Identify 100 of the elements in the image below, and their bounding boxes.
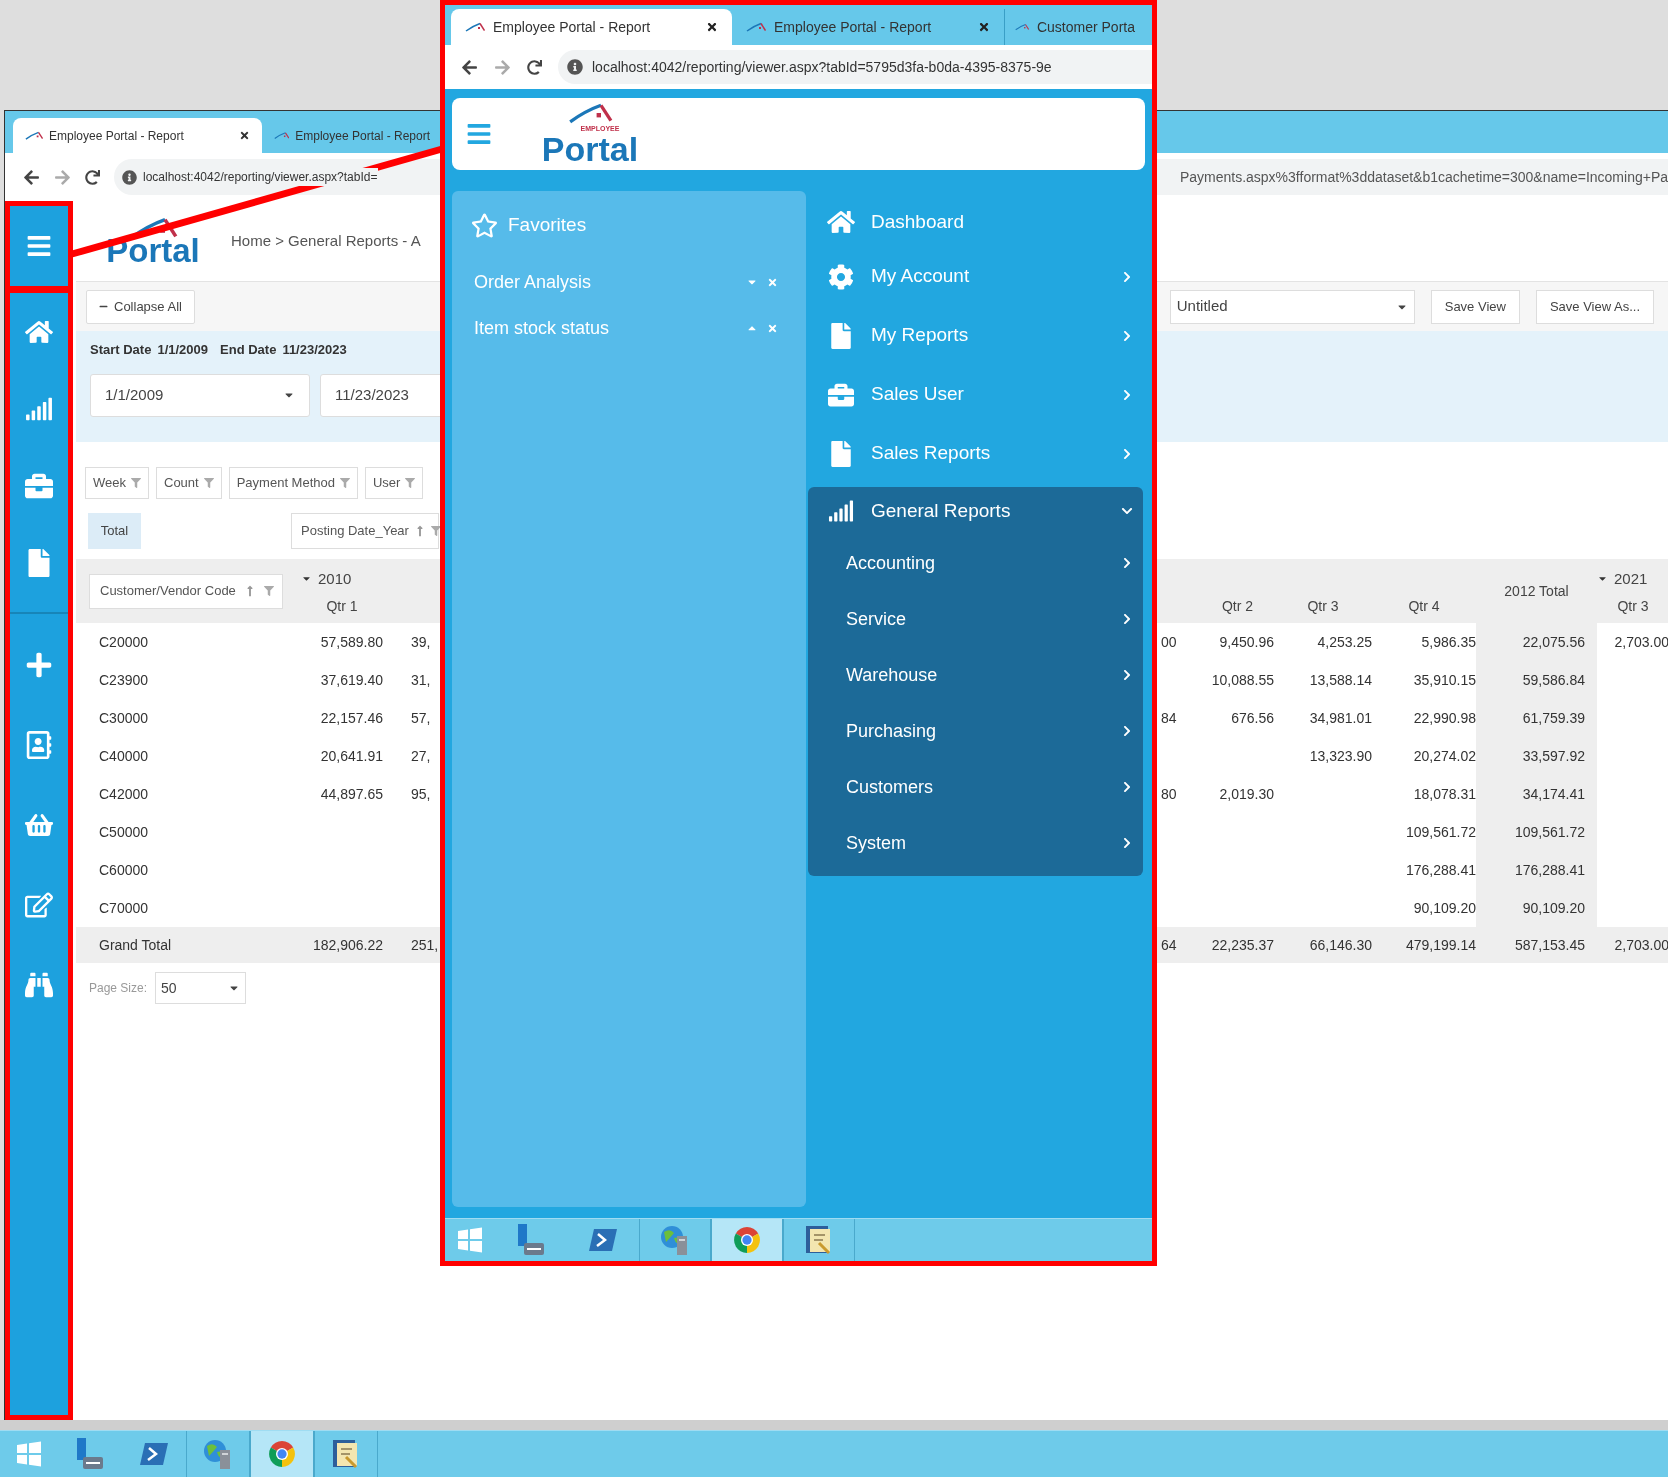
table-cell-text: 90,109.20 bbox=[1413, 898, 1476, 918]
table-cell-text: 251, bbox=[411, 935, 439, 955]
table-cell-text: 27, bbox=[411, 746, 431, 766]
submenu-item[interactable]: Accounting bbox=[808, 535, 1143, 591]
field-chip[interactable]: Week bbox=[85, 467, 149, 499]
page-size-select[interactable]: 50 bbox=[155, 972, 247, 1004]
table-cell-text: 90,109.20 bbox=[1522, 898, 1585, 918]
table-cell-text: 9,450.96 bbox=[1219, 632, 1274, 652]
logo-text: Portal bbox=[541, 132, 639, 166]
date-value: 1/1/2009 bbox=[157, 341, 209, 359]
date-label: End Date bbox=[220, 341, 277, 359]
url-text: localhost:4042/reporting/viewer.aspx?tabId= bbox=[143, 168, 378, 186]
view-select[interactable]: Untitled bbox=[1169, 289, 1415, 324]
table-cell-text: 182,906.22 bbox=[312, 935, 383, 955]
year-header: 2021 bbox=[1614, 568, 1648, 589]
table-cell-text: 34,981.01 bbox=[1309, 708, 1372, 728]
browser-tab[interactable]: Employee Portal - Report bbox=[451, 9, 732, 45]
table-cell-text: 84 bbox=[1161, 708, 1177, 728]
collapse-all-button[interactable]: Collapse All bbox=[86, 289, 195, 324]
table-cell-text: 31, bbox=[411, 670, 431, 690]
date-field[interactable]: 1/1/2009 bbox=[90, 373, 310, 417]
table-cell-text: 10,088.55 bbox=[1211, 670, 1274, 690]
table-cell-text: 109,561.72 bbox=[1514, 822, 1585, 842]
table-cell-text: 35,910.15 bbox=[1413, 670, 1476, 690]
quarter-header: Qtr 1 bbox=[326, 597, 358, 616]
tab-title: Customer Porta bbox=[1036, 17, 1135, 37]
tab-title: Employee Portal - Report bbox=[493, 17, 651, 37]
table-cell-text: 33,597.92 bbox=[1522, 746, 1585, 766]
quarter-header: Qtr 4 bbox=[1408, 597, 1440, 616]
table-cell-text: 109,561.72 bbox=[1405, 822, 1476, 842]
table-cell-text: 13,588.14 bbox=[1309, 670, 1372, 690]
field-chip[interactable]: Posting Date_Year bbox=[291, 513, 439, 549]
row-header: C50000 bbox=[99, 822, 149, 842]
field-chip[interactable]: Count bbox=[156, 467, 222, 499]
table-cell-text: 59,586.84 bbox=[1522, 670, 1585, 690]
browser-tab[interactable]: Customer Porta bbox=[1005, 9, 1145, 45]
table-cell-text: 479,199.14 bbox=[1405, 935, 1476, 955]
submenu-item[interactable]: Warehouse bbox=[808, 647, 1143, 703]
table-cell-text: 5,986.35 bbox=[1421, 632, 1476, 652]
page-size-label: Page Size: bbox=[89, 980, 148, 997]
table-cell-text: 4,253.25 bbox=[1317, 632, 1372, 652]
menu-item[interactable]: General Reports bbox=[808, 487, 1143, 535]
date-value: 11/23/2023 bbox=[282, 341, 347, 359]
field-chip[interactable]: Payment Method bbox=[228, 467, 358, 499]
year-header: 2010 bbox=[318, 568, 352, 589]
total-header: 2012 Total bbox=[1504, 581, 1569, 601]
address-bar[interactable]: localhost:4042/reporting/viewer.aspx?tabId=5795d3fa-b0da-4395-8375-9e bbox=[558, 50, 1152, 84]
row-header: C40000 bbox=[99, 746, 149, 766]
table-cell-text: 2,703.00 bbox=[1614, 935, 1668, 955]
table-cell-text: 176,288.41 bbox=[1514, 860, 1585, 880]
table-cell-text: 176,288.41 bbox=[1405, 860, 1476, 880]
table-cell-text: 18,078.31 bbox=[1413, 784, 1476, 804]
browser-tab[interactable]: Employee Portal - Report bbox=[13, 118, 262, 153]
quarter-header: Qtr 2 bbox=[1221, 597, 1254, 616]
submenu-item[interactable]: Purchasing bbox=[808, 703, 1143, 759]
row-header: C42000 bbox=[99, 784, 149, 804]
table-cell-text: 13,323.90 bbox=[1309, 746, 1372, 766]
table-cell-text: 39, bbox=[411, 632, 431, 652]
table-cell-text: 57, bbox=[411, 708, 431, 728]
row-header: C70000 bbox=[99, 898, 149, 918]
table-cell-text: 61,759.39 bbox=[1522, 708, 1585, 728]
table-cell-text: 22,157.46 bbox=[320, 708, 383, 728]
table-cell-text: 80 bbox=[1161, 784, 1177, 804]
table-cell-text: 44,897.65 bbox=[320, 784, 383, 804]
tab-title: Employee Portal - Report bbox=[774, 17, 932, 37]
save-view-button[interactable]: Save View bbox=[1430, 289, 1520, 324]
row-header: C23900 bbox=[99, 670, 149, 690]
submenu-item[interactable]: Customers bbox=[808, 759, 1143, 815]
table-cell-text: 66,146.30 bbox=[1309, 935, 1372, 955]
row-header: C20000 bbox=[99, 632, 149, 652]
favorites-title: Favorites bbox=[508, 212, 587, 237]
field-chip[interactable]: Customer/Vendor Code bbox=[89, 573, 283, 609]
table-cell-text: 57,589.80 bbox=[320, 632, 383, 652]
table-cell-text: 00 bbox=[1161, 632, 1177, 652]
table-cell-text: 95, bbox=[411, 784, 431, 804]
table-cell-text: 20,641.91 bbox=[320, 746, 383, 766]
table-cell-text: 676.56 bbox=[1231, 708, 1274, 728]
submenu-item[interactable]: System bbox=[808, 815, 1143, 871]
row-header: Grand Total bbox=[99, 935, 172, 955]
submenu-item[interactable]: Service bbox=[808, 591, 1143, 647]
table-cell-text: 2,703.00 bbox=[1614, 632, 1668, 652]
quarter-header: Qtr 3 bbox=[1617, 597, 1649, 616]
breadcrumb: Home > General Reports - A bbox=[231, 230, 421, 251]
table-cell-text: 20,274.02 bbox=[1413, 746, 1476, 766]
row-header: C30000 bbox=[99, 708, 149, 728]
field-chip[interactable]: User bbox=[365, 467, 424, 499]
url-text: Payments.aspx%3fformat%3ddataset&b1cachetime=300&name=Incoming+Pa bbox=[1179, 167, 1668, 187]
date-label: Start Date bbox=[90, 341, 152, 359]
save-view-button[interactable]: Save View As... bbox=[1535, 289, 1654, 324]
quarter-header: Qtr 3 bbox=[1307, 597, 1339, 616]
tab-title: Employee Portal - Report bbox=[295, 127, 430, 145]
table-cell-text: 22,235.37 bbox=[1211, 935, 1274, 955]
url-text: localhost:4042/reporting/viewer.aspx?tabId=5795d3fa-b0da-4395-8375-9e bbox=[592, 57, 1052, 77]
table-cell-text: 587,153.45 bbox=[1514, 935, 1585, 955]
data-chip[interactable]: Total bbox=[88, 513, 141, 549]
row-header: C60000 bbox=[99, 860, 149, 880]
table-cell-text: 37,619.40 bbox=[320, 670, 383, 690]
tab-title: Employee Portal - Report bbox=[49, 127, 184, 145]
table-cell-text: 34,174.41 bbox=[1522, 784, 1585, 804]
table-cell-text: 22,075.56 bbox=[1522, 632, 1585, 652]
